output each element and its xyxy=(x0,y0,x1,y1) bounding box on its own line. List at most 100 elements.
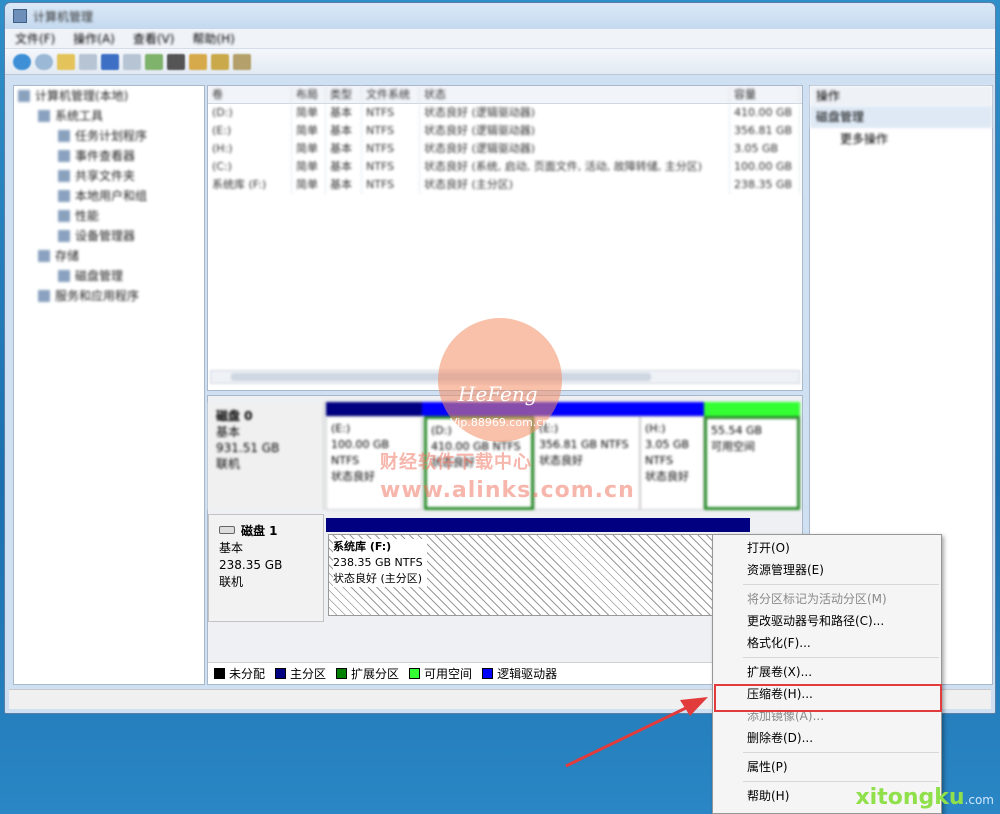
disk-1-title: 磁盘 1 xyxy=(241,524,278,538)
context-menu-item[interactable]: 格式化(F)... xyxy=(713,632,941,654)
tree-item[interactable]: 性能 xyxy=(14,206,204,226)
tree-node-icon xyxy=(38,110,50,122)
properties-icon[interactable] xyxy=(211,53,229,70)
disk-0-type: 基本 xyxy=(216,425,241,439)
tree-node-icon xyxy=(58,170,70,182)
partition-f-size: 238.35 GB NTFS xyxy=(333,556,423,569)
tree-node-icon xyxy=(58,270,70,282)
legend-primary: 主分区 xyxy=(275,665,326,682)
legend-extended: 扩展分区 xyxy=(336,665,399,682)
partition-f-status: 状态良好 (主分区) xyxy=(333,572,423,585)
show-pane-icon[interactable] xyxy=(123,53,141,70)
context-menu-item[interactable]: 删除卷(D)... xyxy=(713,727,941,749)
legend-free: 可用空间 xyxy=(409,665,472,682)
table-row[interactable]: (D:) 简单 基本 NTFS 状态良好 (逻辑驱动器) 410.00 GB xyxy=(208,104,802,122)
export-icon[interactable] xyxy=(233,53,251,70)
watermark-logo-text: HeFeng xyxy=(458,382,538,406)
tree-item[interactable]: 设备管理器 xyxy=(14,226,204,246)
tree-node-icon xyxy=(38,290,50,302)
title-bar: 计算机管理 xyxy=(5,3,995,29)
actions-disk-management[interactable]: 磁盘管理 xyxy=(810,106,992,128)
tree-item[interactable]: 任务计划程序 xyxy=(14,126,204,146)
disk-0-size: 931.51 GB xyxy=(216,441,280,455)
legend-unallocated: 未分配 xyxy=(214,665,265,682)
context-menu-item: 将分区标记为活动分区(M) xyxy=(747,592,887,606)
tree-node-icon xyxy=(38,250,50,262)
help-icon[interactable] xyxy=(101,53,119,70)
tree-item[interactable]: 事件查看器 xyxy=(14,146,204,166)
up-folder-icon[interactable] xyxy=(57,53,75,70)
legend-logical: 逻辑驱动器 xyxy=(482,665,557,682)
menu-file[interactable]: 文件(F) xyxy=(15,30,55,47)
disk-1-type: 基本 xyxy=(219,541,244,555)
tree-item[interactable]: 共享文件夹 xyxy=(14,166,204,186)
menu-help[interactable]: 帮助(H) xyxy=(192,30,234,47)
menu-separator xyxy=(743,781,939,782)
toolbar xyxy=(5,49,995,75)
col-type[interactable]: 类型 xyxy=(326,86,362,103)
context-menu-item[interactable]: 打开(O) xyxy=(713,537,941,559)
disk-1-label[interactable]: 磁盘 1 基本 238.35 GB 联机 xyxy=(208,514,324,622)
menu-separator xyxy=(743,752,939,753)
watermark-logo-sub: Vip.88969.com.cn xyxy=(450,416,550,429)
show-hide-tree-icon[interactable] xyxy=(79,53,97,70)
watermark-line1: 财经软件下载中心 xyxy=(380,452,532,473)
context-menu: 打开(O) 资源管理器(E) 将分区标记为活动分区(M) 更改驱动器号和路径(C)..… xyxy=(712,534,942,814)
computer-management-icon xyxy=(13,9,27,23)
col-status[interactable]: 状态 xyxy=(420,86,730,103)
tree-item[interactable]: 计算机管理(本地) xyxy=(14,86,204,106)
disk-0-partition-4[interactable]: (H:) 3.05 GB NTFS 状态良好 xyxy=(640,416,704,510)
tree-node-icon xyxy=(58,230,70,242)
back-icon[interactable] xyxy=(13,53,31,70)
tree-item[interactable]: 磁盘管理 xyxy=(14,266,204,286)
tree-item[interactable]: 存储 xyxy=(14,246,204,266)
col-layout[interactable]: 布局 xyxy=(292,86,326,103)
menu-separator xyxy=(743,584,939,585)
window-title: 计算机管理 xyxy=(33,9,94,24)
disk-1-status: 联机 xyxy=(219,575,244,589)
tree-node-icon xyxy=(58,190,70,202)
col-volume[interactable]: 卷 xyxy=(208,86,292,103)
table-row[interactable]: (H:) 简单 基本 NTFS 状态良好 (逻辑驱动器) 3.05 GB xyxy=(208,140,802,158)
col-capacity[interactable]: 容量 xyxy=(730,86,800,103)
disk-1-size: 238.35 GB xyxy=(219,558,283,572)
tree-node-icon xyxy=(18,90,30,102)
context-menu-item[interactable]: 资源管理器(E) xyxy=(713,559,941,581)
table-row[interactable]: (E:) 简单 基本 NTFS 状态良好 (逻辑驱动器) 356.81 GB xyxy=(208,122,802,140)
volume-list-header: 卷 布局 类型 文件系统 状态 容量 xyxy=(208,86,802,104)
actions-header: 操作 xyxy=(810,86,992,106)
menu-view[interactable]: 查看(V) xyxy=(133,30,175,47)
watermark-line2: www.alinks.com.cn xyxy=(380,478,635,503)
shrink-volume-highlight xyxy=(714,684,942,712)
tree-node-icon xyxy=(58,150,70,162)
disk-0-title: 磁盘 0 xyxy=(216,409,253,423)
disk-1-partition-f[interactable]: 系统库 (F:) 238.35 GB NTFS 状态良好 (主分区) xyxy=(328,534,750,616)
folder-icon[interactable] xyxy=(189,53,207,70)
tree-item[interactable]: 系统工具 xyxy=(14,106,204,126)
table-row[interactable]: 系统库 (F:) 简单 基本 NTFS 状态良好 (主分区) 238.35 GB xyxy=(208,176,802,194)
tree-item[interactable]: 服务和应用程序 xyxy=(14,286,204,306)
actions-more[interactable]: 更多操作 xyxy=(810,128,992,150)
context-menu-item[interactable]: 属性(P) xyxy=(713,756,941,778)
tree-item[interactable]: 本地用户和组 xyxy=(14,186,204,206)
disk-1-primary-bar xyxy=(326,518,750,532)
forward-icon[interactable] xyxy=(35,53,53,70)
corner-watermark: xitongku.com xyxy=(855,785,994,810)
menu-bar: 文件(F) 操作(A) 查看(V) 帮助(H) xyxy=(5,29,995,49)
console-tree: 计算机管理(本地) 系统工具 任务计划程序 事件查看器 共享文件夹 本地用户和组 性能 设备管… xyxy=(13,85,205,685)
menu-separator xyxy=(743,657,939,658)
partition-f-name: 系统库 (F:) xyxy=(333,540,392,553)
context-menu-item[interactable]: 扩展卷(X)... xyxy=(713,661,941,683)
disk-0-label[interactable]: 磁盘 0 基本 931.51 GB 联机 xyxy=(208,402,324,510)
disk-0-status: 联机 xyxy=(216,457,241,471)
disk-0-free-space[interactable]: 55.54 GB 可用空间 xyxy=(704,416,800,510)
context-menu-item[interactable]: 更改驱动器号和路径(C)... xyxy=(713,610,941,632)
col-filesystem[interactable]: 文件系统 xyxy=(362,86,420,103)
menu-action[interactable]: 操作(A) xyxy=(73,30,115,47)
tree-node-icon xyxy=(58,130,70,142)
table-row[interactable]: (C:) 简单 基本 NTFS 状态良好 (系统, 启动, 页面文件, 活动, 故障转储… xyxy=(208,158,802,176)
disk-drive-icon xyxy=(219,526,235,534)
new-icon[interactable] xyxy=(145,53,163,70)
tree-node-icon xyxy=(58,210,70,222)
delete-icon[interactable] xyxy=(167,53,185,70)
